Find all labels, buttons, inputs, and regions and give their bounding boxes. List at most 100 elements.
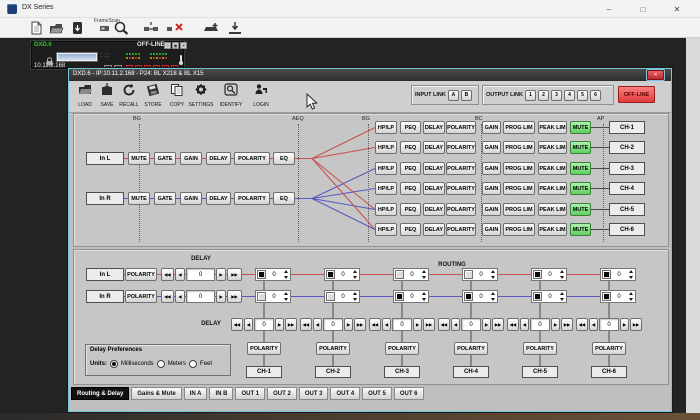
out-5-polarity-button[interactable]: POLARITY xyxy=(446,203,476,216)
route-r-ch3-spinner[interactable] xyxy=(420,291,427,302)
maximize-button[interactable]: □ xyxy=(628,0,658,18)
out-4-peak-lim-button[interactable]: PEAK LIM xyxy=(538,182,567,195)
in-l-delay-button[interactable]: DELAY xyxy=(206,152,231,165)
ch1-polarity-button[interactable]: POLARITY xyxy=(247,342,281,355)
recall-button[interactable]: RECALL xyxy=(117,83,141,110)
ch5-polarity-button[interactable]: POLARITY xyxy=(523,342,557,355)
route-r-ch5-value[interactable]: 0 xyxy=(543,294,557,300)
out-2-hp-lp-button[interactable]: HP/LP xyxy=(375,141,397,154)
out-3-polarity-button[interactable]: POLARITY xyxy=(446,162,476,175)
out-1-peak-lim-button[interactable]: PEAK LIM xyxy=(538,121,567,134)
out-6-polarity-button[interactable]: POLARITY xyxy=(446,223,476,236)
in-l-gate-button[interactable]: GATE xyxy=(154,152,176,165)
route-r-ch2-spinner[interactable] xyxy=(351,291,358,302)
offline-button[interactable]: OFF-LINE xyxy=(618,86,655,103)
tab-gains-mute[interactable]: Gains & Mute xyxy=(131,387,181,400)
out-4-peq-button[interactable]: PEQ xyxy=(400,182,421,195)
input-l-polarity-button[interactable]: POLARITY xyxy=(125,268,157,281)
ch3-delay-rew-button[interactable]: ◀◀ xyxy=(369,318,381,331)
ch2-delay-rew-button[interactable]: ◀◀ xyxy=(300,318,312,331)
in-l-gain-button[interactable]: GAIN xyxy=(180,152,202,165)
ch1-delay-ffwd-button[interactable]: ▶▶ xyxy=(285,318,297,331)
route-l-ch6-checkbox[interactable] xyxy=(602,270,611,279)
ch5-delay-ffwd-button[interactable]: ▶▶ xyxy=(561,318,573,331)
input-r-polarity-button[interactable]: POLARITY xyxy=(125,290,157,303)
route-l-ch2-checkbox[interactable] xyxy=(326,270,335,279)
ch6-delay-value[interactable]: 0 xyxy=(599,318,619,331)
route-r-ch6-spinner[interactable] xyxy=(627,291,634,302)
route-r-ch4-value[interactable]: 0 xyxy=(474,294,488,300)
route-r-ch3-value[interactable]: 0 xyxy=(405,294,419,300)
ch2-delay-fwd-button[interactable]: ▶ xyxy=(344,318,353,331)
firmware-download-icon[interactable] xyxy=(226,20,244,36)
output-link-6[interactable]: 6 xyxy=(590,90,601,101)
ch1-delay-value[interactable]: 0 xyxy=(254,318,274,331)
input-r-delay-rew-button[interactable]: ◀◀ xyxy=(161,290,174,303)
out-1-gain-button[interactable]: GAIN xyxy=(482,121,501,134)
out-3-gain-button[interactable]: GAIN xyxy=(482,162,501,175)
tab-routing-delay[interactable]: Routing & Delay xyxy=(71,387,129,400)
out-3-prog-lim-button[interactable]: PROG LIM xyxy=(503,162,535,175)
out-2-peq-button[interactable]: PEQ xyxy=(400,141,421,154)
ch4-delay-value[interactable]: 0 xyxy=(461,318,481,331)
out-3-mute-button[interactable]: MUTE xyxy=(570,162,591,175)
input-r-delay-back-button[interactable]: ◀ xyxy=(175,290,185,303)
device-close-button[interactable]: ✕ xyxy=(180,42,187,49)
out-2-mute-button[interactable]: MUTE xyxy=(570,141,591,154)
ch2-delay-ffwd-button[interactable]: ▶▶ xyxy=(354,318,366,331)
route-r-ch4-spinner[interactable] xyxy=(489,291,496,302)
input-r-delay-fwd-button[interactable]: ▶ xyxy=(216,290,226,303)
units-radio-milliseconds[interactable] xyxy=(110,360,118,368)
ch4-delay-fwd-button[interactable]: ▶ xyxy=(482,318,491,331)
minimize-button[interactable]: – xyxy=(594,0,624,18)
device-view-button[interactable]: ▣ xyxy=(172,42,179,49)
in-r-gain-button[interactable]: GAIN xyxy=(180,192,202,205)
route-r-ch1-checkbox[interactable] xyxy=(257,292,266,301)
route-l-ch3-checkbox[interactable] xyxy=(395,270,404,279)
output-link-2[interactable]: 2 xyxy=(538,90,549,101)
save-button[interactable]: SAVE xyxy=(95,83,119,110)
ch5-delay-back-button[interactable]: ◀ xyxy=(520,318,529,331)
ch6-polarity-button[interactable]: POLARITY xyxy=(592,342,626,355)
input-l-delay-ffwd-button[interactable]: ▶▶ xyxy=(227,268,242,281)
add-frame-icon[interactable] xyxy=(202,20,220,36)
route-r-ch2-checkbox[interactable] xyxy=(326,292,335,301)
route-r-ch6-checkbox[interactable] xyxy=(602,292,611,301)
route-l-ch2-value[interactable]: 0 xyxy=(336,272,350,278)
route-r-ch2-value[interactable]: 0 xyxy=(336,294,350,300)
out-3-delay-button[interactable]: DELAY xyxy=(423,162,445,175)
ch4-polarity-button[interactable]: POLARITY xyxy=(454,342,488,355)
settings-button[interactable]: SETTINGS xyxy=(189,83,213,110)
out-1-peq-button[interactable]: PEQ xyxy=(400,121,421,134)
ch3-polarity-button[interactable]: POLARITY xyxy=(385,342,419,355)
ch6-delay-back-button[interactable]: ◀ xyxy=(589,318,598,331)
route-l-ch5-spinner[interactable] xyxy=(558,269,565,280)
tab-out-4[interactable]: OUT 4 xyxy=(330,387,360,400)
ch3-delay-fwd-button[interactable]: ▶ xyxy=(413,318,422,331)
out-3-peak-lim-button[interactable]: PEAK LIM xyxy=(538,162,567,175)
output-link-4[interactable]: 4 xyxy=(564,90,575,101)
ch6-delay-ffwd-button[interactable]: ▶▶ xyxy=(630,318,642,331)
out-3-peq-button[interactable]: PEQ xyxy=(400,162,421,175)
out-5-peak-lim-button[interactable]: PEAK LIM xyxy=(538,203,567,216)
route-r-ch6-value[interactable]: 0 xyxy=(612,294,626,300)
out-5-hp-lp-button[interactable]: HP/LP xyxy=(375,203,397,216)
ch3-delay-back-button[interactable]: ◀ xyxy=(382,318,391,331)
in-l-eq-button[interactable]: EQ xyxy=(273,152,295,165)
out-5-gain-button[interactable]: GAIN xyxy=(482,203,501,216)
new-file-icon[interactable] xyxy=(27,20,45,36)
out-5-delay-button[interactable]: DELAY xyxy=(423,203,445,216)
device-status-panel[interactable]: DXD.6 OFF-LINE ? ▣ ✕ : : : 10.11.2.168 xyxy=(30,40,185,70)
route-l-ch3-value[interactable]: 0 xyxy=(405,272,419,278)
in-l-mute-button[interactable]: MUTE xyxy=(128,152,150,165)
route-r-ch1-value[interactable]: 0 xyxy=(267,294,281,300)
ch2-delay-back-button[interactable]: ◀ xyxy=(313,318,322,331)
close-button[interactable]: ✕ xyxy=(662,0,692,18)
out-5-peq-button[interactable]: PEQ xyxy=(400,203,421,216)
tab-out-2[interactable]: OUT 2 xyxy=(267,387,297,400)
tab-in-b[interactable]: IN B xyxy=(209,387,233,400)
out-4-prog-lim-button[interactable]: PROG LIM xyxy=(503,182,535,195)
out-6-hp-lp-button[interactable]: HP/LP xyxy=(375,223,397,236)
in-r-eq-button[interactable]: EQ xyxy=(273,192,295,205)
ch4-delay-back-button[interactable]: ◀ xyxy=(451,318,460,331)
